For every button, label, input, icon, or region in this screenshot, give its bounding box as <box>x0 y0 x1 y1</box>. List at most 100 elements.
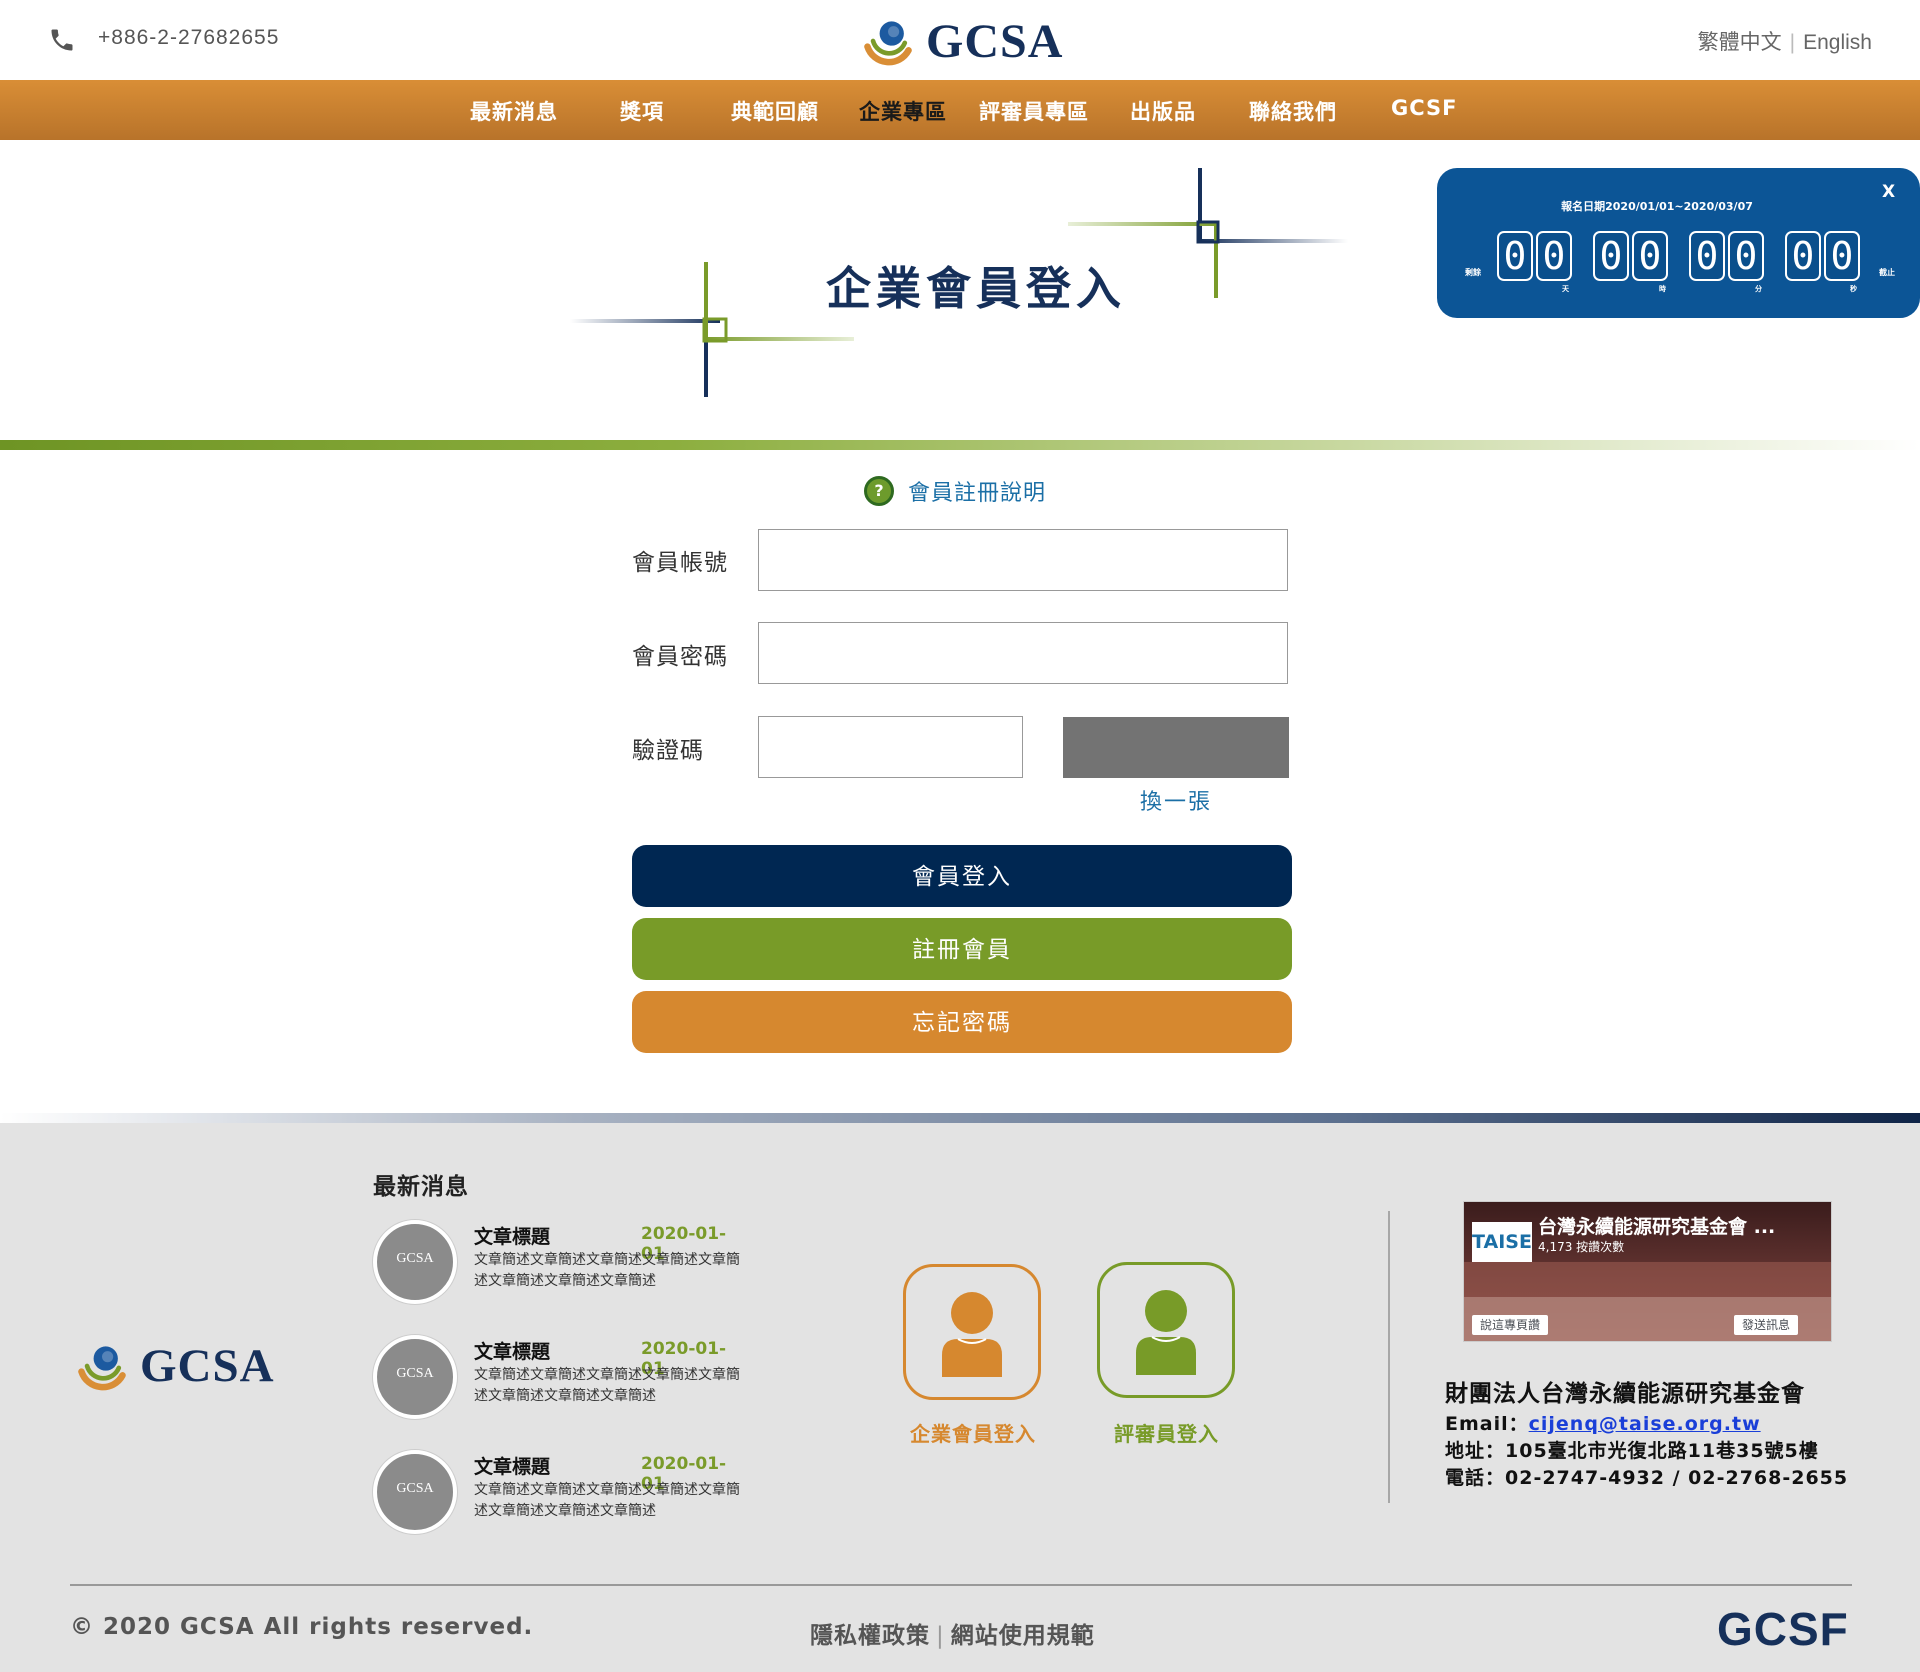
news-thumb-text: GCSA <box>396 1251 434 1266</box>
judge-login-tile[interactable] <box>1097 1262 1235 1398</box>
register-button[interactable]: 註冊會員 <box>632 918 1292 980</box>
footer-rule <box>70 1584 1852 1586</box>
countdown-suffix: 截止 <box>1879 268 1895 277</box>
lang-en-link[interactable]: English <box>1803 31 1872 54</box>
news-headline: 文章標題 <box>474 1226 551 1248</box>
news-item[interactable]: GCSA 文章標題 2020-01-01 文章簡述文章簡述文章簡述文章簡述文章簡… <box>373 1450 745 1536</box>
news-thumbnail: GCSA <box>373 1335 457 1419</box>
nav-item-awards[interactable]: 獎項 <box>620 96 664 126</box>
news-item[interactable]: GCSA 文章標題 2020-01-01 文章簡述文章簡述文章簡述文章簡述文章簡… <box>373 1220 745 1306</box>
nav-item-review[interactable]: 典範回顧 <box>731 96 819 126</box>
countdown-digit: 0 <box>1593 231 1629 281</box>
countdown-unit: 分 <box>1755 285 1762 293</box>
nav-item-gcsf[interactable]: GCSF <box>1391 96 1458 120</box>
news-headline: 文章標題 <box>474 1341 551 1363</box>
site-logo[interactable]: GCSA <box>860 12 1063 70</box>
countdown-digit: 0 <box>1536 231 1572 281</box>
captcha-label: 驗證碼 <box>632 738 704 764</box>
gcsa-logo-icon <box>864 21 912 66</box>
countdown-prefix: 剩餘 <box>1465 268 1481 277</box>
countdown-digit: 0 <box>1497 231 1533 281</box>
nav-item-news[interactable]: 最新消息 <box>470 96 558 126</box>
countdown-digit: 0 <box>1689 231 1725 281</box>
gcsa-logo-icon <box>78 1346 126 1391</box>
footer-link-divider: | <box>936 1623 945 1649</box>
footer-news-title: 最新消息 <box>373 1174 469 1200</box>
enterprise-login-label[interactable]: 企業會員登入 <box>910 1418 1036 1447</box>
user-icon <box>942 1292 1002 1377</box>
countdown-widget: 報名日期2020/01/01~2020/03/07 X 剩餘 0 0 天 0 0… <box>1437 168 1920 318</box>
countdown-digit: 0 <box>1824 231 1860 281</box>
user-icon <box>1136 1290 1196 1375</box>
countdown-seconds: 0 0 <box>1785 231 1860 281</box>
organization-email: Email：cijenq@taise.org.tw <box>1445 1409 1761 1436</box>
copyright: © 2020 GCSA All rights reserved. <box>70 1614 534 1640</box>
language-switcher: 繁體中文 | English <box>1698 26 1872 56</box>
top-bar: +886-2-27682655 GCSA 繁體中文 | English <box>0 0 1920 80</box>
phone-icon <box>51 29 73 51</box>
news-headline: 文章標題 <box>474 1456 551 1478</box>
countdown-minutes: 0 0 <box>1689 231 1764 281</box>
facebook-like-button[interactable]: 說這專頁讚 <box>1472 1315 1549 1335</box>
nav-item-publications[interactable]: 出版品 <box>1130 96 1196 126</box>
help-label: 會員註冊說明 <box>908 481 1047 506</box>
news-thumbnail: GCSA <box>373 1220 457 1304</box>
facebook-message-button[interactable]: 發送訊息 <box>1734 1315 1799 1335</box>
footer-logo[interactable]: GCSA <box>74 1338 275 1394</box>
section-divider <box>0 440 1920 450</box>
email-label: Email： <box>1445 1413 1529 1435</box>
main-nav: 最新消息 獎項 典範回顧 企業專區 評審員專區 出版品 聯絡我們 GCSF <box>0 80 1920 140</box>
footer-links: 隱私權政策 | 網站使用規範 <box>810 1616 1095 1650</box>
email-link[interactable]: cijenq@taise.org.tw <box>1529 1413 1761 1435</box>
forgot-password-button[interactable]: 忘記密碼 <box>632 991 1292 1053</box>
news-item[interactable]: GCSA 文章標題 2020-01-01 文章簡述文章簡述文章簡述文章簡述文章簡… <box>373 1335 745 1421</box>
countdown-digit: 0 <box>1785 231 1821 281</box>
nav-item-enterprise[interactable]: 企業專區 <box>859 96 947 126</box>
lang-zh-link[interactable]: 繁體中文 <box>1698 31 1782 54</box>
countdown-unit: 秒 <box>1850 285 1857 293</box>
question-icon: ? <box>864 476 894 506</box>
footer-divider <box>0 1113 1920 1123</box>
gcsf-logo[interactable]: GCSF <box>1717 1602 1849 1656</box>
enterprise-login-tile[interactable] <box>903 1264 1041 1400</box>
countdown-digit: 0 <box>1728 231 1764 281</box>
news-description: 文章簡述文章簡述文章簡述文章簡述文章簡述文章簡述文章簡述文章簡述 <box>474 1252 740 1289</box>
organization-phone: 電話：02-2747-4932 / 02-2768-2655 <box>1445 1467 1849 1489</box>
facebook-page-name: 台灣永續能源研究基金會 ... <box>1538 1216 1776 1238</box>
page-title: 企業會員登入 <box>826 262 1127 315</box>
registration-help-link[interactable]: ? 會員註冊說明 <box>864 475 1046 507</box>
news-thumb-text: GCSA <box>396 1366 434 1381</box>
countdown-unit: 時 <box>1659 285 1666 293</box>
news-thumb-text: GCSA <box>396 1481 434 1496</box>
captcha-input[interactable] <box>758 716 1023 778</box>
page: +886-2-27682655 GCSA 繁體中文 | English 最新消息 獎… <box>0 0 1920 1672</box>
organization-name: 財團法人台灣永續能源研究基金會 <box>1445 1381 1805 1407</box>
corner-ornament-left <box>570 262 854 397</box>
refresh-captcha-link[interactable]: 換一張 <box>1140 784 1212 816</box>
news-description: 文章簡述文章簡述文章簡述文章簡述文章簡述文章簡述文章簡述文章簡述 <box>474 1482 740 1519</box>
login-button[interactable]: 會員登入 <box>632 845 1292 907</box>
nav-item-judges[interactable]: 評審員專區 <box>979 96 1089 126</box>
footer-vertical-divider <box>1388 1211 1390 1503</box>
privacy-policy-link[interactable]: 隱私權政策 <box>810 1623 930 1649</box>
account-input[interactable] <box>758 529 1288 591</box>
registration-date: 報名日期2020/01/01~2020/03/07 <box>1561 200 1753 213</box>
countdown-hours: 0 0 <box>1593 231 1668 281</box>
terms-of-use-link[interactable]: 網站使用規範 <box>951 1623 1095 1649</box>
countdown-unit: 天 <box>1562 285 1569 293</box>
close-icon[interactable]: X <box>1882 182 1895 202</box>
facebook-likes: 4,173 按讚次數 <box>1538 1240 1625 1254</box>
logo-text: GCSA <box>926 14 1064 68</box>
countdown-digit: 0 <box>1632 231 1668 281</box>
judge-login-label[interactable]: 評審員登入 <box>1114 1418 1219 1447</box>
nav-item-contact[interactable]: 聯絡我們 <box>1249 96 1337 126</box>
countdown-days: 0 0 <box>1497 231 1572 281</box>
logo-text: GCSA <box>140 1340 275 1392</box>
news-description: 文章簡述文章簡述文章簡述文章簡述文章簡述文章簡述文章簡述文章簡述 <box>474 1367 740 1404</box>
password-input[interactable] <box>758 622 1288 684</box>
phone-number: +886-2-27682655 <box>98 26 280 49</box>
organization-address: 地址：105臺北市光復北路11巷35號5樓 <box>1445 1440 1819 1462</box>
facebook-page-widget[interactable]: TAISE 台灣永續能源研究基金會 ... 4,173 按讚次數 說這專頁讚 發… <box>1463 1201 1832 1342</box>
account-label: 會員帳號 <box>632 550 728 576</box>
news-thumbnail: GCSA <box>373 1450 457 1534</box>
